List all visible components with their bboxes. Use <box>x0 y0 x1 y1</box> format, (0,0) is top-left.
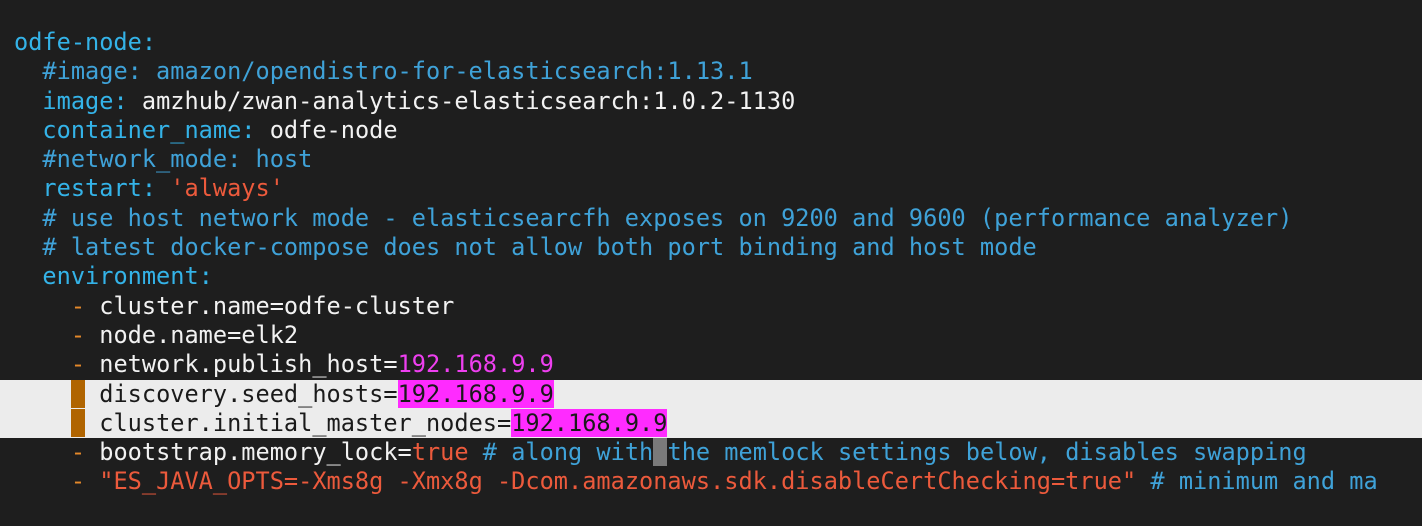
yaml-comment: #network_mode: host <box>42 145 313 174</box>
code-line-8: # latest docker-compose does not allow b… <box>0 233 1422 262</box>
code-line-11: - node.name=elk2 <box>0 321 1422 350</box>
code-line-10: - cluster.name=odfe-cluster <box>0 292 1422 321</box>
list-dash: - <box>70 379 86 408</box>
yaml-value: cluster.initial_master_nodes= <box>85 408 512 437</box>
yaml-string: 'always' <box>156 174 284 203</box>
yaml-boolean: true <box>411 438 469 467</box>
yaml-key: odfe-node <box>14 28 142 56</box>
list-dash: - <box>70 467 86 496</box>
yaml-comment: # use host network mode - elasticsearcfh… <box>42 203 1293 232</box>
yaml-value: network.publish_host= <box>85 350 398 379</box>
code-line-6: restart: 'always' <box>0 174 1422 203</box>
yaml-colon: : <box>241 115 256 144</box>
yaml-key: image <box>42 86 114 115</box>
list-dash: - <box>70 408 86 437</box>
yaml-value: bootstrap.memory_lock= <box>85 438 412 467</box>
ip-address: 192.168.9.9 <box>397 350 554 379</box>
code-line-13-selected: - discovery.seed_hosts=192.168.9.9 <box>0 379 1422 409</box>
code-line-14-selected: - cluster.initial_master_nodes=192.168.9… <box>0 408 1422 439</box>
yaml-comment: # minimum and ma <box>1136 467 1378 496</box>
yaml-comment: #image: amazon/opendistro-for-elasticsea… <box>42 57 753 86</box>
code-line-1: odfe-node: <box>0 28 1422 57</box>
list-dash: - <box>70 291 86 320</box>
yaml-value: amzhub/zwan-analytics-elasticsearch:1.0.… <box>127 86 796 115</box>
ip-address-highlight: 192.168.9.9 <box>397 379 554 408</box>
list-dash: - <box>70 320 86 349</box>
yaml-key: environment <box>42 262 199 291</box>
yaml-colon: : <box>198 262 213 291</box>
yaml-colon: : <box>113 86 128 115</box>
list-dash: - <box>70 350 86 379</box>
yaml-colon: : <box>141 174 157 203</box>
yaml-key: container_name <box>42 115 242 144</box>
yaml-comment: # latest docker-compose does not allow b… <box>42 233 1037 262</box>
yaml-comment: the memlock settings below, disables swa… <box>667 438 1307 467</box>
code-editor[interactable]: odfe-node: #image: amazon/opendistro-for… <box>0 28 1422 497</box>
code-line-5: #network_mode: host <box>0 145 1422 174</box>
code-line-15: - bootstrap.memory_lock=true # along wit… <box>0 438 1422 467</box>
list-dash: - <box>70 438 86 467</box>
code-line-12: - network.publish_host=192.168.9.9 <box>0 350 1422 379</box>
yaml-comment: # along with <box>468 438 654 467</box>
yaml-value: discovery.seed_hosts= <box>85 379 398 408</box>
yaml-key: restart <box>42 174 142 203</box>
code-line-16: - "ES_JAVA_OPTS=-Xms8g -Xmx8g -Dcom.amaz… <box>0 467 1422 496</box>
code-line-4: container_name: odfe-node <box>0 116 1422 145</box>
yaml-value: node.name=elk2 <box>85 320 299 349</box>
ip-address-highlight: 192.168.9.9 <box>511 408 668 437</box>
text-cursor[interactable] <box>653 438 668 467</box>
yaml-string: "ES_JAVA_OPTS=-Xms8g -Xmx8g -Dcom.amazon… <box>85 467 1137 496</box>
code-line-9: environment: <box>0 262 1422 291</box>
code-line-7: # use host network mode - elasticsearcfh… <box>0 204 1422 233</box>
yaml-colon: : <box>141 28 157 56</box>
yaml-value: cluster.name=odfe-cluster <box>85 291 455 320</box>
code-line-2: #image: amazon/opendistro-for-elasticsea… <box>0 57 1422 86</box>
yaml-value: odfe-node <box>255 115 398 144</box>
code-line-3: image: amzhub/zwan-analytics-elasticsear… <box>0 87 1422 116</box>
